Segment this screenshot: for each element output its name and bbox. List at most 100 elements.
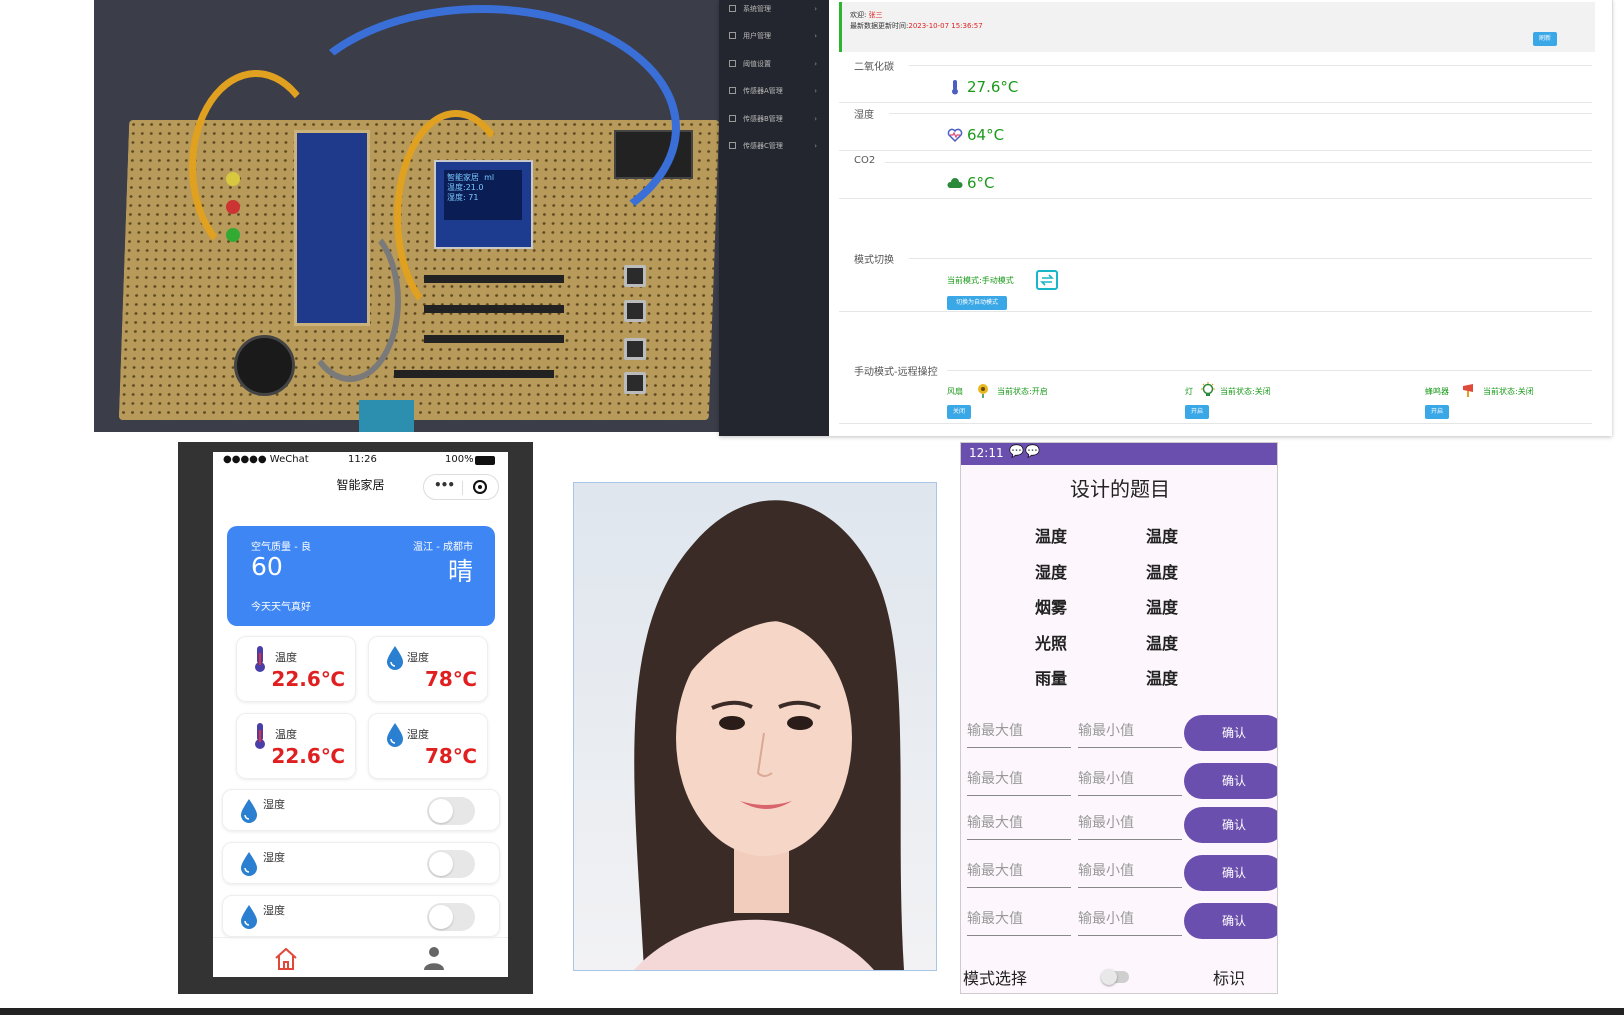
min-value-input[interactable]: 输最小值 [1078, 763, 1182, 796]
confirm-button[interactable]: 确认 [1184, 855, 1277, 891]
miniprogram-capsule[interactable]: ••• [423, 474, 499, 500]
android-status-time: 12:11 [969, 446, 1004, 460]
divider [947, 370, 1592, 371]
sensor-card: 湿度 78℃ [368, 636, 488, 702]
grid-cell: 雨量 [1035, 669, 1068, 688]
weather-card: 空气质量 - 良 60 温江 - 成都市 晴 今天天气真好 [227, 526, 495, 626]
heart-pulse-icon [947, 128, 963, 143]
water-drop-icon [387, 723, 403, 747]
section-co2: CO2 [854, 155, 876, 166]
max-value-input[interactable]: 输最大值 [967, 763, 1071, 796]
sidebar-item-sensor-b[interactable]: 传感器B管理 › [719, 110, 829, 128]
switch-auto-mode-button[interactable]: 切换为自动模式 [947, 296, 1007, 310]
chevron-right-icon: › [814, 60, 817, 68]
refresh-button[interactable]: 刷新 [1533, 32, 1557, 46]
divider [839, 198, 1592, 199]
toggle-switch[interactable] [427, 903, 475, 931]
aqi-label: 空气质量 - 良 [251, 542, 311, 553]
close-target-icon[interactable] [473, 480, 487, 494]
co2-cloud-icon [947, 178, 963, 188]
grid-icon [729, 5, 736, 12]
grid-cell: 烟雾 [1035, 598, 1068, 617]
push-button [624, 300, 646, 322]
grid-icon [729, 115, 736, 122]
section-co2-cn: 二氧化碳 [854, 62, 894, 73]
fan-toggle-button[interactable]: 关闭 [947, 405, 971, 419]
switch-mode-icon[interactable] [1036, 270, 1058, 290]
confirm-button[interactable]: 确认 [1184, 763, 1277, 799]
light-toggle-button[interactable]: 开启 [1185, 405, 1209, 419]
grid-cell: 光照 [1035, 634, 1068, 653]
jumper-wire [394, 110, 518, 324]
home-icon[interactable] [273, 946, 299, 972]
welcome-label: 欢迎: [850, 11, 867, 19]
current-mode: 当前模式:手动模式 [947, 276, 1014, 285]
max-value-input[interactable]: 输最大值 [967, 855, 1071, 888]
mode-switch[interactable] [1101, 969, 1129, 985]
grid-cell: 湿度 [1035, 563, 1068, 582]
confirm-button[interactable]: 确认 [1184, 715, 1277, 751]
min-value-input[interactable]: 输最小值 [1078, 715, 1182, 748]
buzzer-icon [1463, 384, 1473, 397]
grid-icon [729, 32, 736, 39]
push-button [624, 372, 646, 394]
grid-cell: 温度 [1146, 669, 1179, 688]
max-value-input[interactable]: 输最大值 [967, 715, 1071, 748]
status-carrier: ●●●●● WeChat [223, 454, 309, 465]
divider [909, 258, 1592, 259]
status-time: 11:26 [348, 454, 377, 465]
fan-icon [978, 384, 988, 398]
divider [839, 423, 1592, 424]
grid-icon [729, 60, 736, 67]
sidebar-item-sensor-c[interactable]: 传感器C管理 › [719, 137, 829, 155]
location: 温江 - 成都市 [413, 542, 473, 553]
max-value-input[interactable]: 输最大值 [967, 903, 1071, 936]
thermometer-icon [952, 80, 958, 95]
grid-cell: 温度 [1146, 598, 1179, 617]
android-app: 12:11 💬 💬 设计的题目 温度 温度 湿度 温度 烟雾 温度 光照 温度 … [960, 442, 1278, 994]
aqi-value: 60 [251, 552, 283, 581]
toggle-switch[interactable] [427, 850, 475, 878]
more-icon[interactable]: ••• [434, 478, 455, 492]
toggle-switch[interactable] [427, 797, 475, 825]
push-button [624, 338, 646, 360]
flag-label: 标识 [1213, 969, 1246, 988]
grid-cell: 温度 [1035, 527, 1068, 546]
divider [889, 113, 1592, 114]
min-value-input[interactable]: 输最小值 [1078, 807, 1182, 840]
sidebar-item-sensor-a[interactable]: 传感器A管理 › [719, 82, 829, 100]
divider [839, 102, 1592, 103]
divider [839, 311, 1592, 312]
grid-cell: 温度 [1146, 634, 1179, 653]
sidebar-item-threshold[interactable]: 阈值设置 › [719, 55, 829, 73]
user-icon[interactable] [420, 944, 448, 972]
chevron-right-icon: › [814, 87, 817, 95]
max-value-input[interactable]: 输最大值 [967, 807, 1071, 840]
min-value-input[interactable]: 输最小值 [1078, 903, 1182, 936]
battery-icon [475, 456, 495, 465]
min-value-input[interactable]: 输最小值 [1078, 855, 1182, 888]
chevron-right-icon: › [814, 5, 817, 13]
thermometer-icon [255, 723, 265, 749]
grid-cell: 温度 [1146, 527, 1179, 546]
weather-condition: 晴 [447, 557, 473, 586]
confirm-button[interactable]: 确认 [1184, 807, 1277, 843]
sidebar-item-system[interactable]: 系统管理 › [719, 0, 829, 18]
sensor-card: 温度 22.6℃ [236, 713, 356, 779]
divider [839, 150, 1592, 151]
water-drop-icon [241, 852, 257, 876]
confirm-button[interactable]: 确认 [1184, 903, 1277, 939]
mode-select-label: 模式选择 [963, 969, 1028, 988]
buzzer-toggle-button[interactable]: 开启 [1425, 405, 1449, 419]
jumper-wire [189, 70, 323, 264]
reading-2: 64°C [947, 126, 1004, 144]
hardware-photo: 智能家居 ml 温度:21.0 湿度: 71 [94, 0, 719, 432]
grid-icon [729, 87, 736, 94]
portrait-photo [573, 482, 937, 971]
reading-3: 6°C [947, 174, 995, 192]
sidebar-item-users[interactable]: 用户管理 › [719, 27, 829, 45]
divider [885, 162, 1592, 163]
light-bulb-icon [1201, 382, 1215, 396]
wechat-notification-icon: 💬 [1009, 444, 1024, 458]
sensor-card: 温度 22.6℃ [236, 636, 356, 702]
